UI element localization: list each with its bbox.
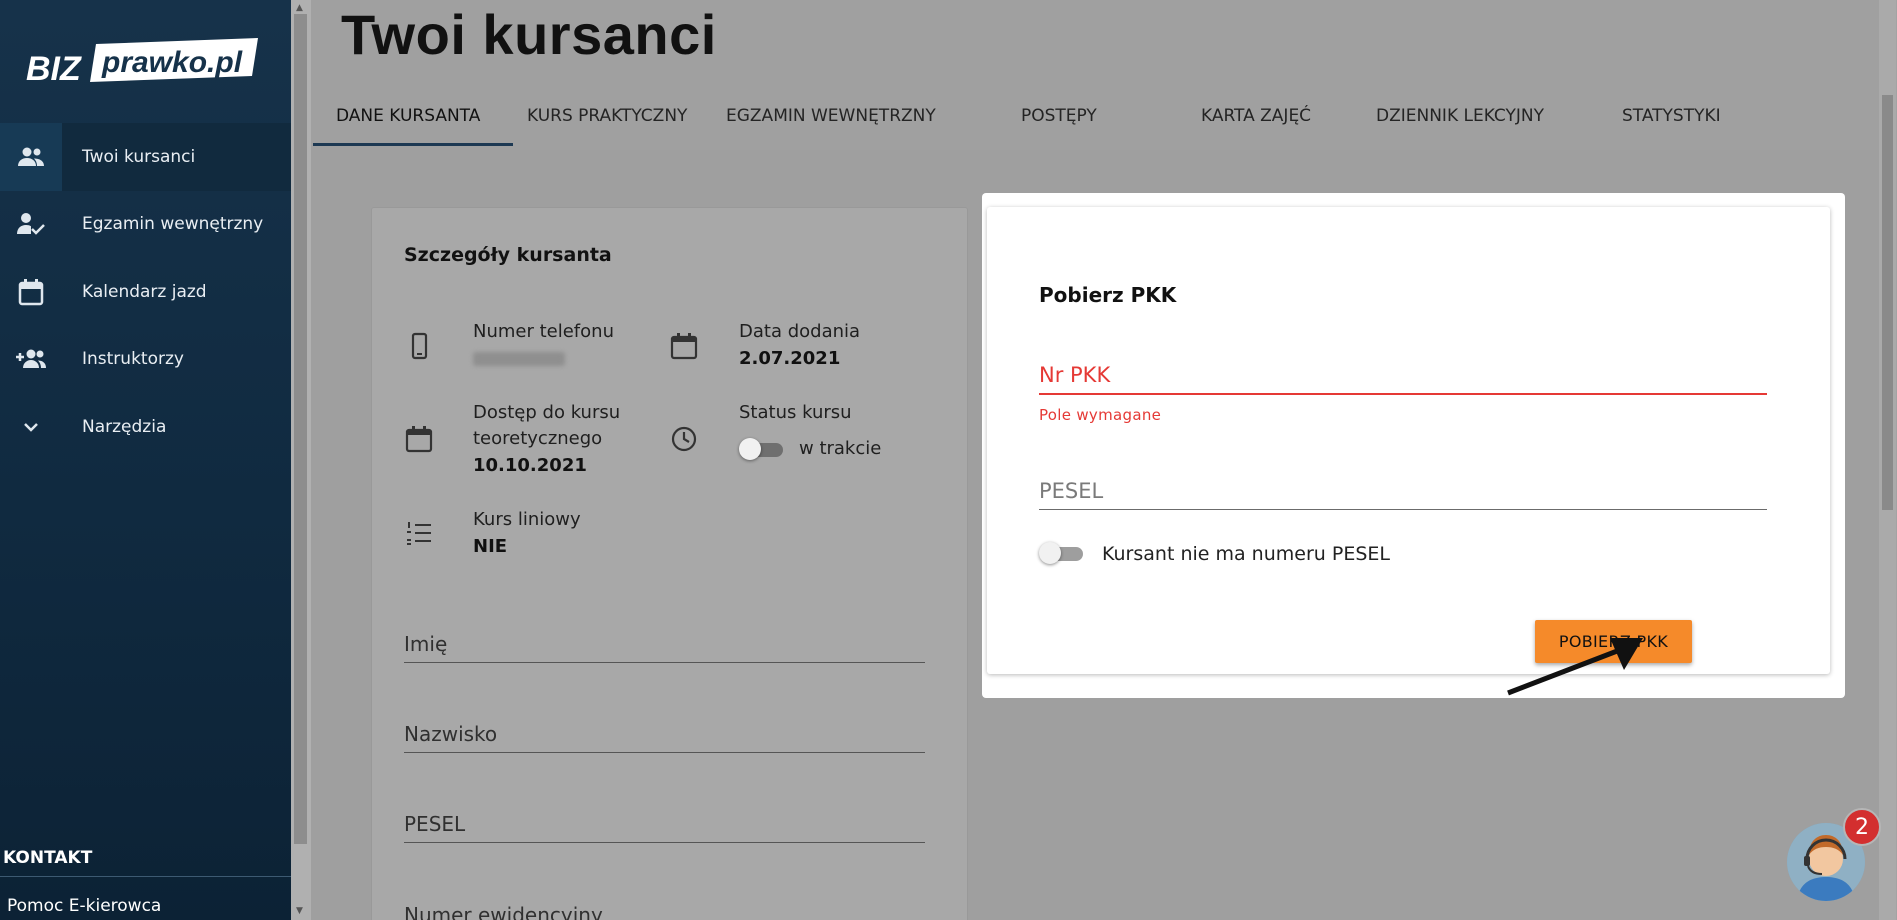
calendar-icon: [404, 424, 434, 454]
sidebar-item-label: Narzędzia: [82, 417, 167, 437]
clock-icon: [669, 424, 699, 454]
sidebar-scrollbar[interactable]: ▲ ▼: [291, 0, 311, 920]
details-title: Szczegóły kursanta: [404, 244, 612, 266]
record-number-label: Numer ewidencyjny: [404, 903, 603, 920]
tab-postepy[interactable]: POSTĘPY: [1021, 106, 1097, 126]
tab-statystyki[interactable]: STATYSTYKI: [1622, 106, 1721, 126]
header-bar: Twoi kursanci DANE KURSANTA KURS PRAKTYC…: [311, 0, 1896, 150]
bizprawko-logo[interactable]: BIZ prawko.pl: [26, 36, 258, 90]
access-value: 10.10.2021: [473, 455, 587, 476]
pesel-field[interactable]: PESEL: [404, 803, 925, 843]
date-added-label: Data dodania: [739, 321, 861, 342]
last-name-label: Nazwisko: [404, 722, 498, 746]
tab-egzamin-wewnetrzny[interactable]: EGZAMIN WEWNĘTRZNY: [726, 106, 936, 126]
dialog-card: Pobierz PKK Nr PKK Pole wymagane PESEL K…: [987, 207, 1830, 674]
list-numbered-icon: [404, 518, 434, 548]
sidebar-item-narzedzia[interactable]: Narzędzia: [0, 393, 291, 461]
add-group-icon: [0, 325, 62, 393]
sidebar-item-kalendarz-jazd[interactable]: Kalendarz jazd: [0, 258, 291, 326]
pesel-label: PESEL: [404, 812, 466, 836]
sidebar-scrollbar-thumb[interactable]: [294, 14, 307, 844]
sidebar-item-label: Instruktorzy: [82, 349, 184, 369]
linear-course-value: NIE: [473, 536, 508, 557]
page-title: Twoi kursanci: [341, 3, 717, 66]
phone-value-blurred: [473, 352, 565, 366]
sidebar: BIZ prawko.pl Twoi kursanci Egzamin wewn…: [0, 0, 291, 920]
nr-pkk-input[interactable]: Nr PKK: [1039, 354, 1767, 395]
chevron-down-icon: [0, 393, 62, 461]
pesel-input-label: PESEL: [1039, 479, 1104, 503]
date-added-value: 2.07.2021: [739, 348, 841, 369]
person-check-icon: [0, 190, 62, 258]
phone-icon: [404, 331, 434, 361]
calendar-icon: [0, 258, 62, 326]
record-number-field[interactable]: Numer ewidencyjny: [404, 893, 925, 920]
status-value: w trakcie: [799, 438, 882, 459]
pesel-input[interactable]: PESEL: [1039, 469, 1767, 510]
pobierz-pkk-dialog: Pobierz PKK Nr PKK Pole wymagane PESEL K…: [982, 193, 1845, 698]
linear-course-label: Kurs liniowy: [473, 509, 581, 530]
no-pesel-toggle[interactable]: [1039, 542, 1085, 564]
main-scrollbar-thumb[interactable]: [1882, 95, 1893, 510]
kontakt-heading: KONTAKT: [3, 848, 93, 868]
nr-pkk-label: Nr PKK: [1039, 363, 1111, 387]
annotation-arrow-icon: [1507, 638, 1643, 696]
calendar-icon: [669, 331, 699, 361]
sidebar-item-egzamin-wewnetrzny[interactable]: Egzamin wewnętrzny: [0, 190, 291, 258]
sidebar-item-twoi-kursanci[interactable]: Twoi kursanci: [0, 123, 291, 191]
status-label: Status kursu: [739, 402, 852, 423]
sidebar-item-label: Kalendarz jazd: [82, 282, 207, 302]
scroll-up-arrow-icon[interactable]: ▲: [296, 3, 303, 13]
first-name-label: Imię: [404, 632, 448, 656]
last-name-field[interactable]: Nazwisko: [404, 713, 925, 753]
sidebar-divider: [0, 876, 291, 877]
sidebar-item-label: Egzamin wewnętrzny: [82, 214, 264, 234]
no-pesel-label: Kursant nie ma numeru PESEL: [1102, 543, 1390, 565]
active-tab-indicator: [313, 143, 513, 146]
access-label-line1: Dostęp do kursu: [473, 402, 621, 423]
status-toggle[interactable]: [739, 438, 785, 460]
tab-kurs-praktyczny[interactable]: KURS PRAKTYCZNY: [527, 106, 687, 126]
logo-biz: BIZ: [26, 50, 82, 88]
scroll-down-arrow-icon[interactable]: ▼: [296, 906, 303, 916]
logo-prawko: prawko.pl: [101, 46, 243, 79]
first-name-field[interactable]: Imię: [404, 623, 925, 663]
pomoc-link[interactable]: Pomoc E-kierowca: [7, 896, 161, 916]
dialog-title: Pobierz PKK: [1039, 283, 1177, 307]
tab-dziennik-lekcyjny[interactable]: DZIENNIK LEKCYJNY: [1376, 106, 1544, 126]
sidebar-item-label: Twoi kursanci: [82, 147, 196, 167]
phone-label: Numer telefonu: [473, 321, 614, 342]
nr-pkk-error: Pole wymagane: [1039, 406, 1162, 424]
tab-karta-zajec[interactable]: KARTA ZAJĘĆ: [1201, 106, 1311, 126]
sidebar-item-instruktorzy[interactable]: Instruktorzy: [0, 325, 291, 393]
student-details-card: Szczegóły kursanta Numer telefonu Data d…: [371, 207, 968, 920]
access-label-line2: teoretycznego: [473, 428, 603, 449]
chat-notification-badge: 2: [1843, 808, 1881, 846]
people-icon: [0, 123, 62, 191]
main-scrollbar[interactable]: [1879, 0, 1896, 920]
tab-dane-kursanta[interactable]: DANE KURSANTA: [336, 106, 480, 126]
